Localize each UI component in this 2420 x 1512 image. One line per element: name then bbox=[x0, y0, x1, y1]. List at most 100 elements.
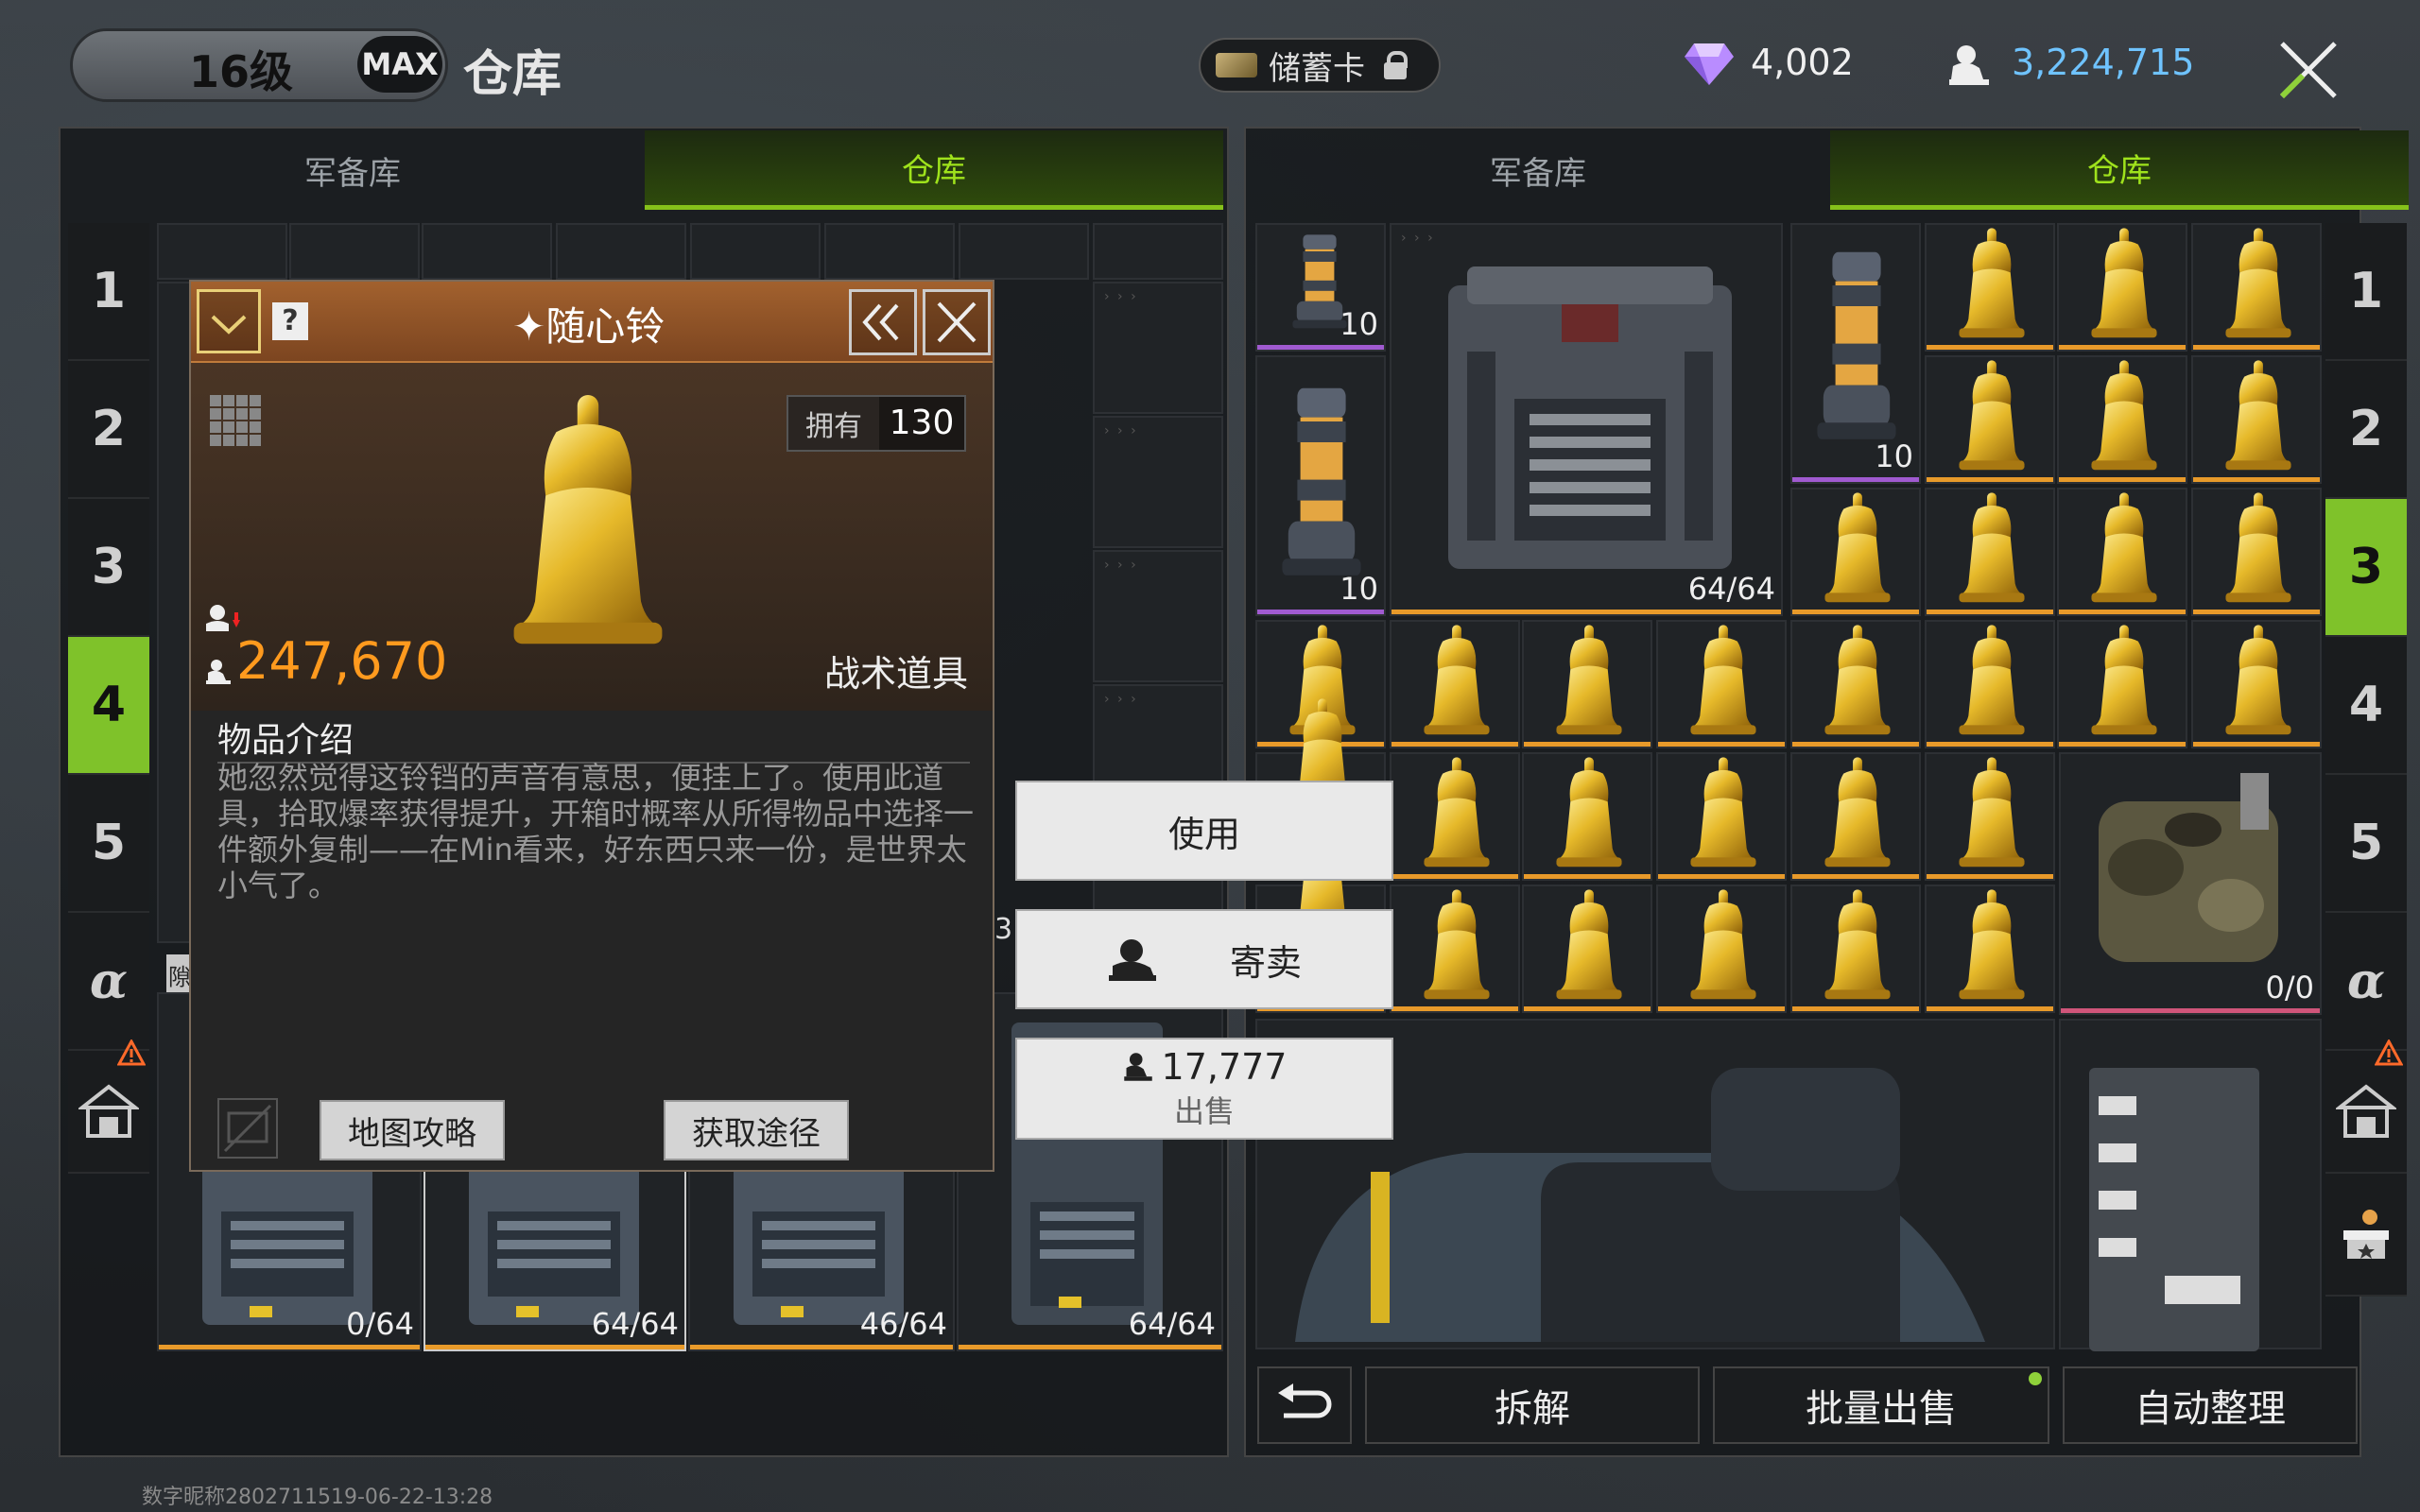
left-page-1[interactable]: 1 bbox=[68, 223, 149, 361]
item-slot-bell[interactable] bbox=[1390, 752, 1520, 881]
image-hidden-icon[interactable] bbox=[217, 1098, 278, 1159]
left-page-alpha[interactable]: α bbox=[68, 913, 149, 1051]
bell-icon bbox=[2223, 359, 2293, 478]
right-page-alpha[interactable]: α bbox=[2325, 913, 2407, 1051]
description-title: 物品介绍 bbox=[217, 721, 354, 760]
item-slot-bell[interactable] bbox=[2191, 488, 2322, 616]
item-slot-bell[interactable] bbox=[1925, 620, 2055, 748]
page-title: 仓库 bbox=[463, 46, 562, 103]
bell-icon bbox=[1823, 624, 1893, 743]
item-slot-bell[interactable] bbox=[1390, 620, 1520, 748]
item-slot-bell[interactable] bbox=[2057, 355, 2187, 484]
warehouse-home-icon bbox=[2336, 1084, 2396, 1138]
empty-slot[interactable] bbox=[690, 223, 821, 280]
item-slot-bell[interactable] bbox=[1656, 885, 1787, 1013]
grid-size-icon bbox=[210, 395, 261, 446]
right-page-1[interactable]: 1 bbox=[2325, 223, 2407, 361]
canister-icon bbox=[1276, 380, 1367, 588]
collapse-button[interactable] bbox=[849, 289, 917, 355]
left-page-3[interactable]: 3 bbox=[68, 499, 149, 637]
undo-button[interactable] bbox=[1257, 1366, 1352, 1444]
bulk-sell-button[interactable]: 批量出售 bbox=[1713, 1366, 2049, 1444]
item-slot-bell[interactable] bbox=[1925, 488, 2055, 616]
item-slot-crate[interactable]: › › › 64/64 bbox=[1390, 223, 1783, 616]
use-button[interactable]: 使用 bbox=[1015, 781, 1393, 881]
empty-slot[interactable]: › › › bbox=[1093, 416, 1223, 548]
item-type: 战术道具 bbox=[824, 653, 969, 695]
bell-icon bbox=[2089, 227, 2159, 346]
right-home-button[interactable] bbox=[2325, 1040, 2407, 1174]
map-guide-button[interactable]: 地图攻略 bbox=[320, 1100, 505, 1160]
item-slot-bell[interactable] bbox=[2191, 620, 2322, 748]
right-page-3[interactable]: 3 bbox=[2325, 499, 2407, 637]
left-page-4[interactable]: 4 bbox=[68, 637, 149, 775]
right-page-4[interactable]: 4 bbox=[2325, 637, 2407, 775]
tab-armory-right[interactable]: 军备库 bbox=[1248, 130, 1828, 210]
right-page-5[interactable]: 5 bbox=[2325, 775, 2407, 913]
empty-slot[interactable]: › › › bbox=[1093, 282, 1223, 414]
tab-warehouse-right[interactable]: 仓库 bbox=[1830, 130, 2409, 210]
left-page-5[interactable]: 5 bbox=[68, 775, 149, 913]
bell-icon bbox=[1554, 888, 1624, 1007]
empty-slot[interactable] bbox=[289, 223, 420, 280]
item-slot-bell[interactable] bbox=[1925, 752, 2055, 881]
empty-slot[interactable]: › › › bbox=[1093, 550, 1223, 682]
collection-button[interactable] bbox=[2325, 1174, 2407, 1297]
item-slot-bell[interactable] bbox=[1790, 620, 1921, 748]
card-icon bbox=[1216, 53, 1257, 77]
dismantle-button[interactable]: 拆解 bbox=[1365, 1366, 1700, 1444]
tab-armory-left[interactable]: 军备库 bbox=[62, 130, 643, 210]
empty-slot[interactable] bbox=[824, 223, 955, 280]
item-slot-bell[interactable] bbox=[2191, 355, 2322, 484]
auto-sort-button[interactable]: 自动整理 bbox=[2063, 1366, 2358, 1444]
item-slot-bell[interactable] bbox=[1790, 885, 1921, 1013]
item-slot-bell[interactable] bbox=[1925, 355, 2055, 484]
empty-slot[interactable] bbox=[1093, 223, 1223, 280]
left-page-selector: 1 2 3 4 5 α bbox=[68, 223, 149, 1174]
item-slot-bell[interactable] bbox=[1790, 752, 1921, 881]
left-home-button[interactable] bbox=[68, 1040, 149, 1174]
popup-close-button[interactable] bbox=[923, 289, 991, 355]
item-slot-cabinet[interactable] bbox=[2059, 1019, 2322, 1351]
canister-icon bbox=[1811, 244, 1902, 452]
sell-button[interactable]: 17,777 出售 bbox=[1015, 1038, 1393, 1140]
sparkle-icon: ✦ bbox=[512, 303, 546, 350]
savings-card-button[interactable]: 储蓄卡 bbox=[1199, 38, 1441, 93]
left-page-2[interactable]: 2 bbox=[68, 361, 149, 499]
item-slot-bell[interactable] bbox=[1390, 885, 1520, 1013]
item-slot-bell[interactable] bbox=[2057, 620, 2187, 748]
consign-button[interactable]: 寄卖 bbox=[1015, 909, 1393, 1009]
item-slot-bell[interactable] bbox=[1656, 752, 1787, 881]
item-slot-bell[interactable] bbox=[1925, 885, 2055, 1013]
item-slot-canister[interactable]: 10 bbox=[1790, 223, 1921, 484]
bell-icon bbox=[1823, 756, 1893, 875]
acquire-source-button[interactable]: 获取途径 bbox=[664, 1100, 849, 1160]
item-slot-bell[interactable] bbox=[1522, 620, 1652, 748]
help-icon[interactable]: ? bbox=[272, 302, 308, 340]
tab-warehouse-left[interactable]: 仓库 bbox=[645, 130, 1223, 210]
warehouse-home-icon bbox=[78, 1084, 139, 1138]
item-slot-canister[interactable]: 10 bbox=[1255, 223, 1386, 352]
item-slot-bell[interactable] bbox=[1522, 752, 1652, 881]
item-slot-bell[interactable] bbox=[1656, 620, 1787, 748]
favorite-check-button[interactable] bbox=[197, 289, 261, 353]
empty-slot[interactable] bbox=[422, 223, 552, 280]
empty-slot[interactable] bbox=[157, 223, 287, 280]
bell-icon bbox=[1957, 756, 2027, 875]
close-icon[interactable] bbox=[2274, 36, 2342, 104]
item-slot-bell[interactable] bbox=[1522, 885, 1652, 1013]
item-slot-canister[interactable]: 10 bbox=[1255, 355, 1386, 616]
right-page-2[interactable]: 2 bbox=[2325, 361, 2407, 499]
empty-slot[interactable] bbox=[959, 223, 1089, 280]
check-icon bbox=[211, 315, 247, 335]
item-slot-bell[interactable] bbox=[1790, 488, 1921, 616]
item-slot-bell[interactable] bbox=[1925, 223, 2055, 352]
empty-slot[interactable] bbox=[556, 223, 686, 280]
item-slot-bell[interactable] bbox=[2057, 223, 2187, 352]
bell-icon bbox=[1422, 888, 1492, 1007]
item-slot-backpack[interactable]: 0/0 bbox=[2059, 752, 2322, 1015]
item-slot-bell[interactable] bbox=[2191, 223, 2322, 352]
item-slot-bell[interactable] bbox=[2057, 488, 2187, 616]
coin-icon bbox=[1123, 1053, 1152, 1081]
right-page-selector: 1 2 3 4 5 α bbox=[2325, 223, 2407, 1297]
